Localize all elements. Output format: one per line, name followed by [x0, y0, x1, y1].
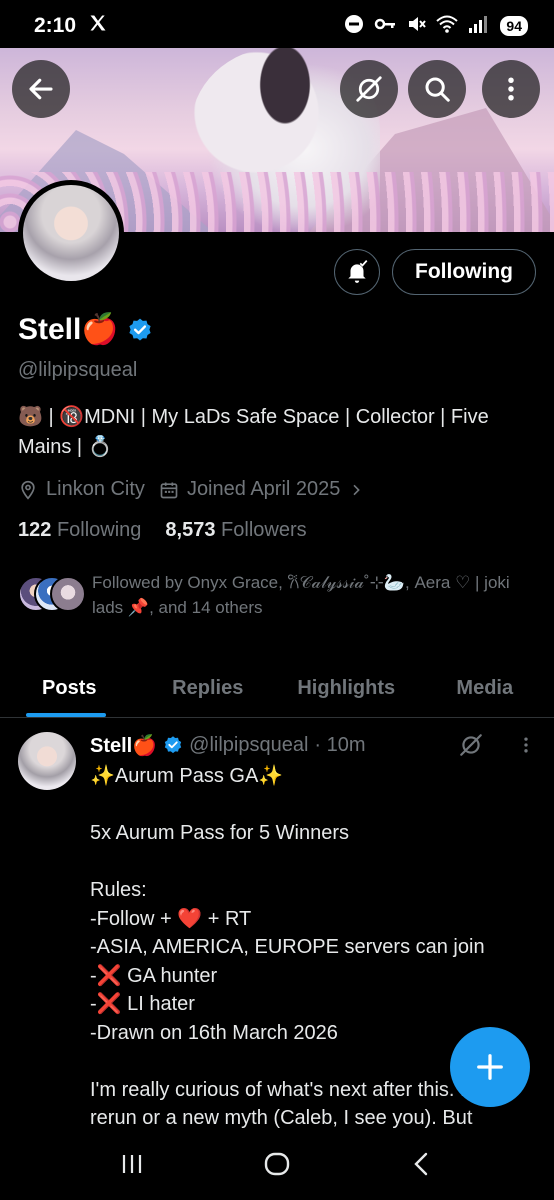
grok-icon[interactable] [458, 732, 484, 758]
grok-icon [356, 76, 382, 102]
profile-joined: Joined April 2025 [186, 478, 341, 500]
profile-bio: 🐻 | 🔞MDNI | My LaDs Safe Space | Collect… [18, 406, 489, 458]
tab-posts[interactable]: Posts [0, 660, 139, 717]
profile-handle: @lilpipsqueal [18, 359, 138, 381]
profile-info: Stell🍎 @lilpipsqueal 🐻 | 🔞MDNI | My LaDs… [18, 312, 538, 620]
followed-by-text: Followed by Onyx Grace, 𐙚𝒞𝒶𝓁𝓎𝓈𝓈𝒾𝒶˚⊹🦢, Ae… [92, 573, 510, 617]
profile-name: Stell🍎 [18, 313, 119, 346]
post-author-handle: @lilpipsqueal [189, 733, 309, 756]
more-options-button[interactable] [482, 60, 540, 118]
followers-you-know-avatars [18, 576, 86, 612]
profile-avatar[interactable] [18, 180, 124, 286]
recent-apps-icon[interactable] [117, 1149, 147, 1179]
compose-button[interactable] [450, 1027, 530, 1107]
following-count-link[interactable]: 122 Following [18, 519, 141, 542]
verified-badge-icon[interactable] [127, 317, 153, 343]
tab-media[interactable]: Media [416, 660, 554, 717]
post-avatar[interactable] [18, 732, 76, 790]
dnd-icon [344, 14, 364, 39]
search-icon [425, 77, 450, 102]
mute-icon [406, 14, 427, 39]
arrow-left-icon [29, 78, 53, 100]
search-button[interactable] [408, 60, 466, 118]
battery-indicator: 94 [500, 16, 528, 36]
post-author-name[interactable]: Stell🍎 [90, 733, 157, 758]
verified-badge-icon [164, 736, 182, 754]
grok-button[interactable] [340, 60, 398, 118]
more-vertical-icon[interactable] [516, 735, 536, 755]
joined-date-link[interactable]: Joined April 2025 [159, 478, 364, 501]
profile-location: Linkon City [46, 478, 145, 500]
x-logo-icon [88, 13, 108, 39]
followed-by-row[interactable]: Followed by Onyx Grace, 𐙚𝒞𝒶𝓁𝓎𝓈𝓈𝒾𝒶˚⊹🦢, Ae… [18, 570, 538, 620]
following-button[interactable]: Following [392, 249, 536, 295]
wifi-icon [436, 14, 459, 39]
followers-count-link[interactable]: 8,573 Followers [165, 519, 306, 542]
bell-check-icon [348, 260, 368, 283]
status-bar: 2:10 94 [0, 0, 554, 52]
back-nav-icon[interactable] [407, 1149, 437, 1179]
home-icon[interactable] [262, 1149, 292, 1179]
notifications-button[interactable] [334, 249, 380, 295]
post-timestamp: · 10m [314, 733, 366, 756]
back-button[interactable] [12, 60, 70, 118]
tab-replies[interactable]: Replies [139, 660, 278, 717]
profile-tabs: Posts Replies Highlights Media [0, 660, 554, 718]
status-time: 2:10 [34, 14, 77, 37]
tab-highlights[interactable]: Highlights [277, 660, 416, 717]
calendar-icon [160, 482, 178, 498]
key-icon [374, 14, 396, 39]
signal-icon [468, 14, 490, 39]
chevron-right-icon [353, 484, 361, 495]
plus-icon [477, 1054, 503, 1080]
location-icon [21, 480, 35, 500]
more-vertical-icon [508, 77, 514, 101]
system-nav-bar [0, 1128, 554, 1200]
